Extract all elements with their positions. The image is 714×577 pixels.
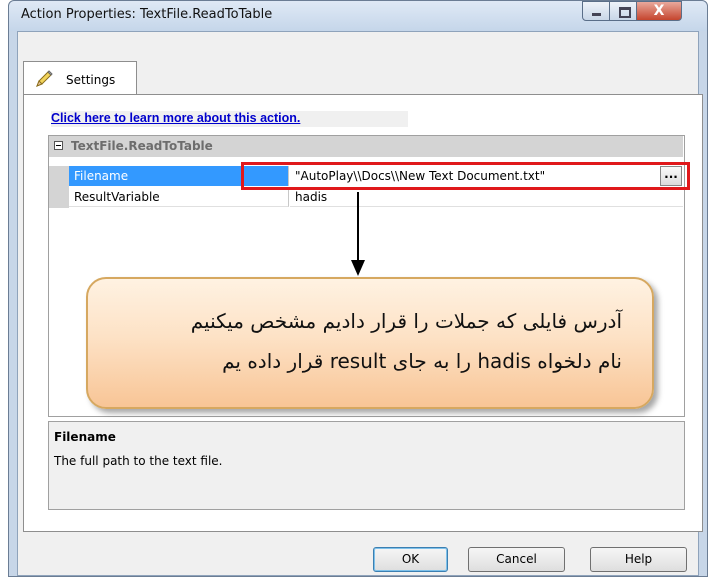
down-arrow-icon [351,192,365,276]
maximize-icon [619,7,631,18]
browse-button[interactable]: ... [660,166,682,186]
description-panel: Filename The full path to the text file. [48,421,685,510]
window-title: Action Properties: TextFile.ReadToTable [21,7,273,22]
title-bar[interactable]: Action Properties: TextFile.ReadToTable … [9,1,707,31]
close-button[interactable]: X [636,1,682,21]
description-text: The full path to the text file. [54,454,223,468]
category-name: TextFile.ReadToTable [71,139,213,153]
learn-more-link[interactable]: Click here to learn more about this acti… [51,111,300,125]
annotation-callout: آدرس فایلی که جملات را قرار دادیم مشخص م… [86,277,654,409]
tab-settings[interactable]: Settings [23,61,137,95]
ok-button[interactable]: OK [373,547,448,572]
minimize-button[interactable] [582,1,610,21]
annotation-line-1: آدرس فایلی که جملات را قرار دادیم مشخص م… [190,309,622,333]
pencil-icon [36,70,53,87]
property-name[interactable]: ResultVariable [69,187,289,207]
close-icon: X [653,3,665,19]
tab-settings-label: Settings [66,73,116,87]
description-title: Filename [54,430,116,444]
row-gutter [49,166,69,187]
cancel-button[interactable]: Cancel [468,547,565,572]
row-gutter [49,187,69,208]
learn-more-link-container: Click here to learn more about this acti… [51,111,408,127]
property-category[interactable]: TextFile.ReadToTable [49,136,683,157]
collapse-icon[interactable] [54,141,63,150]
maximize-button[interactable] [609,1,637,21]
highlight-box [241,162,690,190]
minimize-icon [592,13,601,16]
help-button[interactable]: Help [590,547,687,572]
annotation-line-2: نام دلخواه hadis را به جای result قرار د… [222,349,622,373]
